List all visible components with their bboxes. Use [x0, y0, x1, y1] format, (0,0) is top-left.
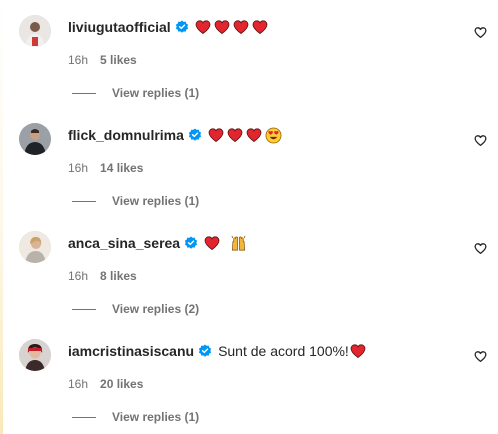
likes-count[interactable]: 8 likes	[100, 268, 137, 284]
divider-line	[72, 308, 96, 310]
red-heart-emoji	[246, 127, 262, 143]
avatar[interactable]	[19, 123, 51, 155]
comment-text	[208, 127, 285, 144]
comment-time: 16h	[68, 53, 89, 67]
heart-outline-icon[interactable]	[474, 134, 487, 147]
red-heart-emoji	[204, 235, 220, 251]
red-heart-emoji	[208, 127, 224, 143]
username[interactable]: anca_sina_serea	[68, 232, 180, 254]
view-replies-label: View replies (1)	[112, 410, 200, 424]
likes-count[interactable]: 20 likes	[100, 376, 143, 392]
comment-time: 16h	[68, 161, 89, 175]
comment-text	[195, 19, 271, 35]
comment-message: Sunt de acord 100%!	[218, 343, 349, 359]
raising-hands-emoji	[230, 235, 247, 252]
likes-count[interactable]: 14 likes	[100, 160, 143, 176]
comment-item: liviugutaofficial 16h 5 likes View repli…	[0, 0, 498, 108]
view-replies-label: View replies (1)	[112, 194, 200, 208]
view-replies-label: View replies (2)	[112, 302, 200, 316]
view-replies-button[interactable]: View replies (1)	[72, 86, 199, 100]
red-heart-emoji	[233, 19, 249, 35]
heart-outline-icon[interactable]	[474, 26, 487, 39]
avatar[interactable]	[19, 15, 51, 47]
verified-badge-icon	[188, 128, 202, 142]
comment-item: anca_sina_serea 16h 8 likes View replies…	[0, 216, 498, 324]
verified-badge-icon	[184, 236, 198, 250]
view-replies-button[interactable]: View replies (1)	[72, 410, 199, 424]
username[interactable]: flick_domnulrima	[68, 124, 184, 146]
verified-badge-icon	[198, 344, 212, 358]
username[interactable]: iamcristinasiscanu	[68, 340, 194, 362]
comment-item: iamcristinasiscanu Sunt de acord 100%! 1…	[0, 324, 498, 432]
comment-text	[204, 235, 250, 252]
comment-item: flick_domnulrima 16h 14 likes View repli…	[0, 108, 498, 216]
red-heart-emoji	[252, 19, 268, 35]
red-heart-emoji	[350, 343, 366, 359]
divider-line	[72, 92, 96, 94]
avatar[interactable]	[19, 231, 51, 263]
comment-text: Sunt de acord 100%!	[218, 340, 369, 362]
heart-eyes-emoji	[265, 127, 282, 144]
view-replies-label: View replies (1)	[112, 86, 200, 100]
heart-outline-icon[interactable]	[474, 350, 487, 363]
avatar[interactable]	[19, 339, 51, 371]
comment-time: 16h	[68, 377, 89, 391]
view-replies-button[interactable]: View replies (2)	[72, 302, 199, 316]
red-heart-emoji	[227, 127, 243, 143]
divider-line	[72, 200, 96, 202]
view-replies-button[interactable]: View replies (1)	[72, 194, 199, 208]
red-heart-emoji	[195, 19, 211, 35]
username[interactable]: liviugutaofficial	[68, 16, 171, 38]
comment-time: 16h	[68, 269, 89, 283]
red-heart-emoji	[214, 19, 230, 35]
heart-outline-icon[interactable]	[474, 242, 487, 255]
divider-line	[72, 416, 96, 418]
verified-badge-icon	[175, 20, 189, 34]
likes-count[interactable]: 5 likes	[100, 52, 137, 68]
